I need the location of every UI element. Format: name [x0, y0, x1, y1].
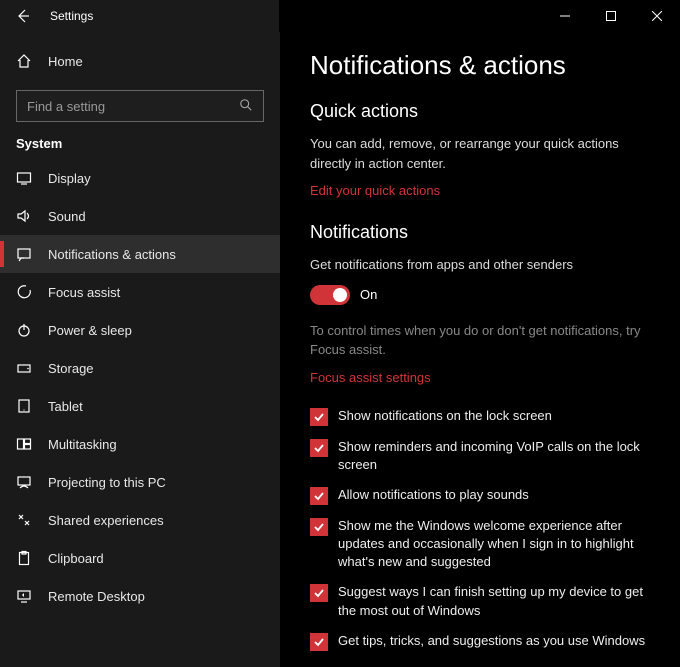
window-title: Settings	[46, 9, 93, 23]
checkbox[interactable]	[310, 584, 328, 602]
checkbox[interactable]	[310, 408, 328, 426]
minimize-icon	[560, 11, 570, 21]
arrow-left-icon	[15, 8, 31, 24]
sidebar-item-label: Display	[48, 171, 91, 186]
sidebar-item-power-sleep[interactable]: Power & sleep	[0, 311, 280, 349]
close-icon	[652, 11, 662, 21]
check-item-play-sounds: Allow notifications to play sounds	[310, 486, 650, 505]
search-box[interactable]	[16, 90, 264, 122]
focus-assist-link[interactable]: Focus assist settings	[310, 370, 431, 385]
home-label: Home	[48, 54, 83, 69]
storage-icon	[16, 360, 32, 376]
notifications-checklist: Show notifications on the lock screen Sh…	[310, 407, 650, 651]
maximize-button[interactable]	[588, 0, 634, 32]
checkmark-icon	[313, 490, 325, 502]
notifications-heading: Notifications	[310, 222, 650, 243]
notifications-toggle-label: Get notifications from apps and other se…	[310, 255, 650, 275]
sidebar-item-clipboard[interactable]: Clipboard	[0, 539, 280, 577]
notifications-toggle[interactable]	[310, 285, 350, 305]
check-item-label: Show reminders and incoming VoIP calls o…	[338, 438, 650, 474]
quick-actions-heading: Quick actions	[310, 101, 650, 122]
sidebar: Home System Display Sound Notifications …	[0, 32, 280, 667]
page-title: Notifications & actions	[310, 50, 650, 81]
sidebar-item-tablet[interactable]: Tablet	[0, 387, 280, 425]
titlebar: Settings	[0, 0, 680, 32]
check-item-label: Allow notifications to play sounds	[338, 486, 529, 504]
check-item-windows-welcome: Show me the Windows welcome experience a…	[310, 517, 650, 572]
sidebar-item-notifications[interactable]: Notifications & actions	[0, 235, 280, 273]
main-content: Notifications & actions Quick actions Yo…	[280, 32, 680, 667]
remote-desktop-icon	[16, 588, 32, 604]
quick-actions-description: You can add, remove, or rearrange your q…	[310, 134, 650, 173]
checkbox[interactable]	[310, 439, 328, 457]
edit-quick-actions-link[interactable]: Edit your quick actions	[310, 183, 440, 198]
check-item-reminders-voip: Show reminders and incoming VoIP calls o…	[310, 438, 650, 474]
focus-assist-icon	[16, 284, 32, 300]
sidebar-item-label: Projecting to this PC	[48, 475, 166, 490]
checkmark-icon	[313, 442, 325, 454]
sidebar-category-label: System	[0, 136, 280, 159]
tablet-icon	[16, 398, 32, 414]
sidebar-item-home[interactable]: Home	[0, 42, 280, 80]
search-icon	[239, 98, 253, 115]
sidebar-item-remote-desktop[interactable]: Remote Desktop	[0, 577, 280, 615]
sidebar-item-label: Storage	[48, 361, 94, 376]
checkbox[interactable]	[310, 633, 328, 651]
search-input[interactable]	[27, 99, 231, 114]
sidebar-item-sound[interactable]: Sound	[0, 197, 280, 235]
sound-icon	[16, 208, 32, 224]
checkmark-icon	[313, 587, 325, 599]
close-button[interactable]	[634, 0, 680, 32]
home-icon	[16, 53, 32, 69]
checkmark-icon	[313, 521, 325, 533]
check-item-label: Show me the Windows welcome experience a…	[338, 517, 650, 572]
shared-experiences-icon	[16, 512, 32, 528]
minimize-button[interactable]	[542, 0, 588, 32]
checkbox[interactable]	[310, 487, 328, 505]
projecting-icon	[16, 474, 32, 490]
sidebar-item-storage[interactable]: Storage	[0, 349, 280, 387]
power-icon	[16, 322, 32, 338]
sidebar-item-label: Focus assist	[48, 285, 120, 300]
sidebar-item-projecting[interactable]: Projecting to this PC	[0, 463, 280, 501]
sidebar-item-label: Multitasking	[48, 437, 117, 452]
clipboard-icon	[16, 550, 32, 566]
sidebar-item-shared-experiences[interactable]: Shared experiences	[0, 501, 280, 539]
check-item-label: Show notifications on the lock screen	[338, 407, 552, 425]
check-item-device-setup: Suggest ways I can finish setting up my …	[310, 583, 650, 619]
check-item-label: Get tips, tricks, and suggestions as you…	[338, 632, 645, 650]
check-item-label: Suggest ways I can finish setting up my …	[338, 583, 650, 619]
check-item-tips-tricks: Get tips, tricks, and suggestions as you…	[310, 632, 650, 651]
multitasking-icon	[16, 436, 32, 452]
maximize-icon	[606, 11, 616, 21]
focus-assist-hint: To control times when you do or don't ge…	[310, 321, 650, 360]
sidebar-item-label: Tablet	[48, 399, 83, 414]
sidebar-nav-list: Display Sound Notifications & actions Fo…	[0, 159, 280, 615]
back-button[interactable]	[0, 0, 46, 32]
sidebar-item-label: Power & sleep	[48, 323, 132, 338]
sidebar-item-label: Clipboard	[48, 551, 104, 566]
display-icon	[16, 170, 32, 186]
sidebar-item-focus-assist[interactable]: Focus assist	[0, 273, 280, 311]
checkmark-icon	[313, 411, 325, 423]
sidebar-item-label: Shared experiences	[48, 513, 164, 528]
notifications-toggle-state: On	[360, 287, 377, 302]
checkmark-icon	[313, 636, 325, 648]
sidebar-item-display[interactable]: Display	[0, 159, 280, 197]
checkbox[interactable]	[310, 518, 328, 536]
sidebar-item-label: Notifications & actions	[48, 247, 176, 262]
sidebar-item-multitasking[interactable]: Multitasking	[0, 425, 280, 463]
sidebar-item-label: Remote Desktop	[48, 589, 145, 604]
check-item-lockscreen-notifications: Show notifications on the lock screen	[310, 407, 650, 426]
notifications-icon	[16, 246, 32, 262]
sidebar-item-label: Sound	[48, 209, 86, 224]
